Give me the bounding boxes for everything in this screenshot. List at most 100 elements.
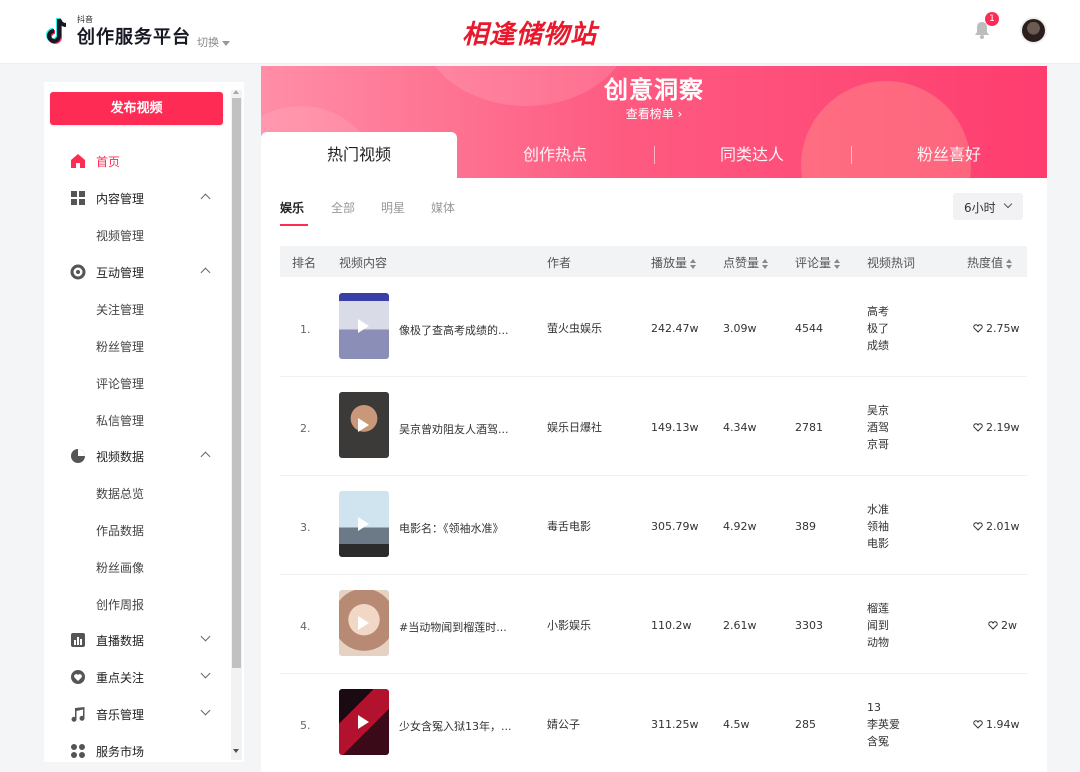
user-avatar[interactable] <box>1020 17 1047 44</box>
plays-value: 305.79w <box>651 520 699 533</box>
video-title[interactable]: #当动物闻到榴莲时... <box>399 619 529 635</box>
column-header-keywords: 视频热词 <box>867 256 916 270</box>
period-select[interactable]: 6小时 <box>953 193 1023 220</box>
keyword: 吴京 <box>867 404 889 417</box>
sidebar-subitem-fans-manage[interactable]: 粉丝管理 <box>96 338 144 355</box>
period-value: 6小时 <box>964 201 996 215</box>
video-title[interactable]: 吴京曾劝阻友人酒驾... <box>399 421 529 437</box>
table-row[interactable]: 1. 像极了查高考成绩的... 萤火虫娱乐 242.47w 3.09w 4544… <box>280 278 1027 377</box>
table-row[interactable]: 2. 吴京曾劝阻友人酒驾... 娱乐日爆社 149.13w 4.34w 2781… <box>280 377 1027 476</box>
sidebar-item-focus[interactable]: 重点关注 <box>44 665 224 689</box>
sidebar-item-label: 服务市场 <box>96 745 145 759</box>
heart-outline-icon <box>988 621 998 630</box>
sidebar-scrollbar-thumb[interactable] <box>232 98 241 668</box>
sidebar-item-live-data[interactable]: 直播数据 <box>44 628 224 652</box>
comments-value: 389 <box>795 520 816 533</box>
sidebar-item-label: 首页 <box>96 155 121 169</box>
interaction-icon <box>70 264 86 280</box>
rank-cell: 3. <box>300 521 311 534</box>
sidebar-item-label: 内容管理 <box>96 192 145 206</box>
heat-cell: 2.01w <box>973 520 1020 533</box>
watermark-text: 相逢储物站 <box>462 20 598 50</box>
table-row[interactable]: 5. 少女含冤入狱13年，... 婧公子 311.25w 4.5w 285 13… <box>280 674 1027 772</box>
author-name[interactable]: 毒舌电影 <box>547 518 591 534</box>
keyword: 闻到 <box>867 619 889 632</box>
subtab-stars[interactable]: 明星 <box>381 199 405 216</box>
column-header-plays[interactable]: 播放量 <box>651 254 697 271</box>
tab-similar-creators[interactable]: 同类达人 <box>654 132 850 178</box>
subtab-media[interactable]: 媒体 <box>431 199 455 216</box>
tiktok-logo-icon[interactable] <box>44 16 70 46</box>
sort-icon <box>1006 258 1013 269</box>
publish-video-button[interactable]: 发布视频 <box>50 92 223 125</box>
chevron-down-icon <box>200 668 211 679</box>
subtab-all[interactable]: 全部 <box>331 199 355 216</box>
author-name[interactable]: 小影娱乐 <box>547 617 591 633</box>
video-title[interactable]: 像极了查高考成绩的... <box>399 322 529 338</box>
sidebar-subitem-comment-manage[interactable]: 评论管理 <box>96 375 144 392</box>
column-header-likes-label: 点赞量 <box>723 256 760 270</box>
sidebar: 发布视频 首页 内容管理 视频管理 互动管理 关注管理 粉丝管理 评论管理 私信… <box>44 82 244 762</box>
sidebar-subitem-message-manage[interactable]: 私信管理 <box>96 412 144 429</box>
sidebar-item-music[interactable]: 音乐管理 <box>44 702 224 726</box>
brand-title[interactable]: 创作服务平台 <box>77 23 191 49</box>
author-name[interactable]: 娱乐日爆社 <box>547 419 602 435</box>
sort-icon <box>834 258 841 269</box>
sidebar-item-video-data[interactable]: 视频数据 <box>44 444 224 468</box>
subtab-entertainment[interactable]: 娱乐 <box>280 199 304 216</box>
sidebar-item-label: 重点关注 <box>96 671 145 685</box>
sidebar-subitem-follow-manage[interactable]: 关注管理 <box>96 301 144 318</box>
column-header-likes[interactable]: 点赞量 <box>723 254 769 271</box>
switch-dropdown[interactable]: 切换 <box>197 34 230 50</box>
sort-icon <box>690 258 697 269</box>
heat-value: 2.01w <box>986 520 1020 533</box>
heart-outline-icon <box>973 720 983 729</box>
play-icon <box>358 418 369 432</box>
chevron-up-icon <box>200 267 211 278</box>
tab-creative-hotspots[interactable]: 创作热点 <box>457 132 653 178</box>
keywords-cell: 榴莲 闻到 动物 <box>867 600 889 651</box>
video-thumbnail[interactable] <box>339 689 389 755</box>
video-thumbnail[interactable] <box>339 590 389 656</box>
view-ranking-link[interactable]: 查看榜单 › <box>261 105 1047 122</box>
sidebar-item-interaction[interactable]: 互动管理 <box>44 260 224 284</box>
column-header-comments-label: 评论量 <box>795 256 832 270</box>
heat-cell: 2.19w <box>973 421 1020 434</box>
comments-value: 2781 <box>795 421 823 434</box>
sidebar-subitem-weekly-report[interactable]: 创作周报 <box>96 596 144 613</box>
video-thumbnail[interactable] <box>339 293 389 359</box>
scroll-up-icon[interactable] <box>233 90 239 94</box>
play-icon <box>358 517 369 531</box>
likes-value: 4.92w <box>723 520 757 533</box>
author-name[interactable]: 婧公子 <box>547 716 580 732</box>
keyword: 高考 <box>867 305 889 318</box>
apps-icon <box>71 744 85 758</box>
video-thumbnail[interactable] <box>339 491 389 557</box>
video-title[interactable]: 少女含冤入狱13年，... <box>399 718 529 734</box>
sidebar-subitem-fans-portrait[interactable]: 粉丝画像 <box>96 559 144 576</box>
tab-hot-videos[interactable]: 热门视频 <box>261 132 457 178</box>
sidebar-item-content[interactable]: 内容管理 <box>44 186 224 210</box>
column-header-content: 视频内容 <box>339 256 388 270</box>
table-row[interactable]: 4. #当动物闻到榴莲时... 小影娱乐 110.2w 2.61w 3303 榴… <box>280 575 1027 674</box>
author-name[interactable]: 萤火虫娱乐 <box>547 320 602 336</box>
sidebar-item-market[interactable]: 服务市场 <box>44 739 224 763</box>
likes-value: 4.5w <box>723 718 750 731</box>
video-title[interactable]: 电影名：《领袖水准》 <box>399 520 529 536</box>
column-header-comments[interactable]: 评论量 <box>795 254 841 271</box>
tab-fan-preferences[interactable]: 粉丝喜好 <box>851 132 1047 178</box>
scroll-down-icon[interactable] <box>233 749 239 753</box>
keyword: 水准 <box>867 503 889 516</box>
column-header-heat[interactable]: 热度值 <box>967 254 1013 271</box>
sidebar-subitem-data-overview[interactable]: 数据总览 <box>96 485 144 502</box>
column-header-plays-label: 播放量 <box>651 256 688 270</box>
sidebar-item-home[interactable]: 首页 <box>44 149 224 173</box>
chevron-down-icon <box>1003 199 1013 209</box>
video-thumbnail[interactable] <box>339 392 389 458</box>
sidebar-subitem-works-data[interactable]: 作品数据 <box>96 522 144 539</box>
table-row[interactable]: 3. 电影名：《领袖水准》 毒舌电影 305.79w 4.92w 389 水准 … <box>280 476 1027 575</box>
keywords-cell: 水准 领袖 电影 <box>867 501 889 552</box>
sidebar-subitem-video-manage[interactable]: 视频管理 <box>96 227 144 244</box>
table-header: 排名 视频内容 作者 播放量 点赞量 评论量 视频热词 热度值 <box>280 246 1027 277</box>
heart-outline-icon <box>973 423 983 432</box>
